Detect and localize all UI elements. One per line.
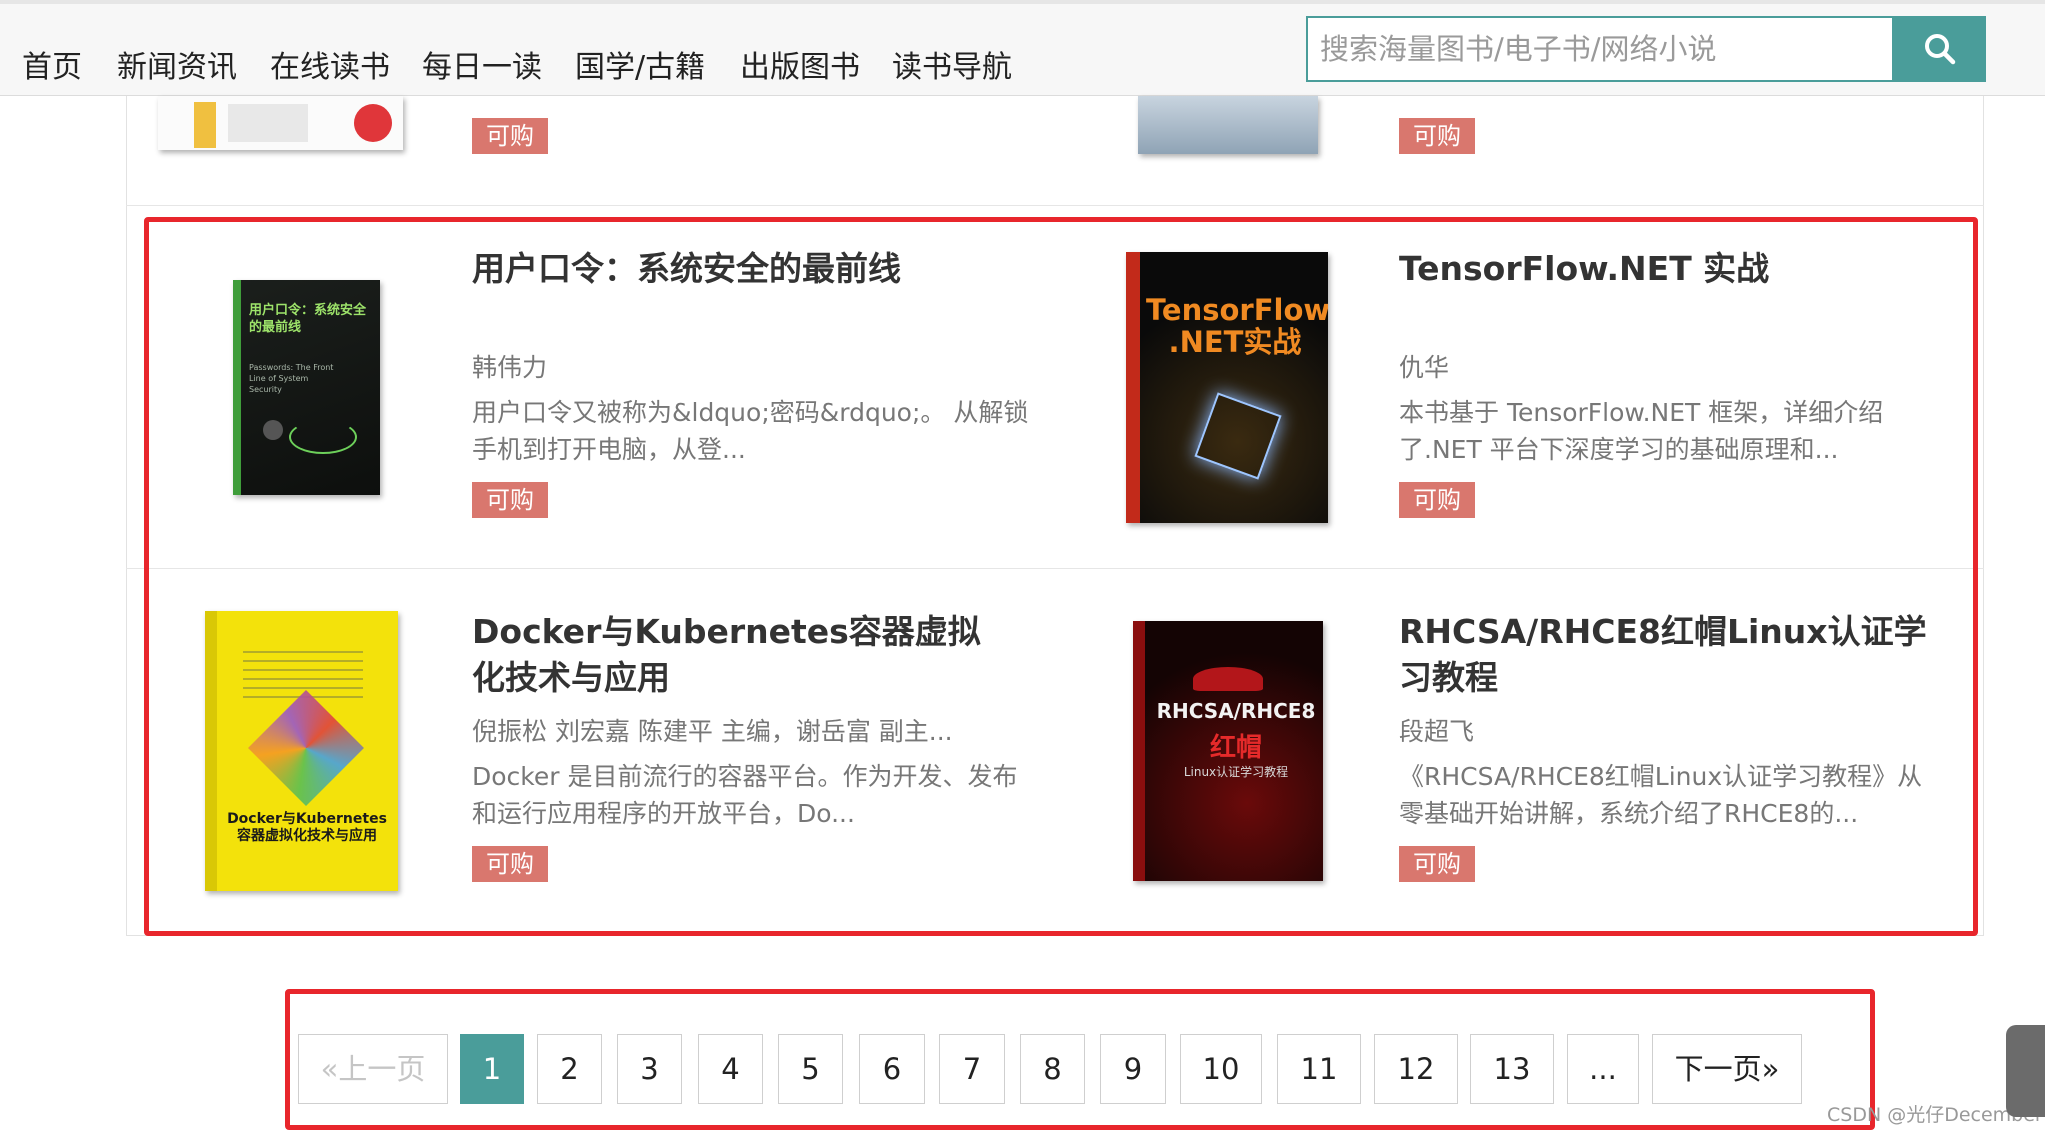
pagination-page-8[interactable]: 8 [1020, 1034, 1085, 1104]
nav-news[interactable]: 新闻资讯 [117, 42, 237, 86]
search-input[interactable] [1308, 18, 1892, 80]
row-divider [126, 205, 1984, 206]
search-button[interactable] [1894, 16, 1986, 82]
nav-daily-read[interactable]: 每日一读 [422, 42, 542, 86]
pagination-page-12[interactable]: 12 [1374, 1034, 1458, 1104]
pagination-page-13[interactable]: 13 [1470, 1034, 1554, 1104]
pagination-ellipsis: ... [1567, 1034, 1639, 1104]
side-float-tab[interactable] [2006, 1025, 2045, 1117]
pagination-page-7[interactable]: 7 [939, 1034, 1005, 1104]
search-icon [1925, 34, 1956, 65]
pagination-page-11[interactable]: 11 [1277, 1034, 1361, 1104]
buy-badge[interactable]: 可购 [1399, 118, 1475, 154]
pagination-page-3[interactable]: 3 [617, 1034, 682, 1104]
nav-published-books[interactable]: 出版图书 [740, 42, 860, 86]
nav-home[interactable]: 首页 [22, 42, 82, 86]
pagination-page-2[interactable]: 2 [537, 1034, 602, 1104]
buy-badge[interactable]: 可购 [472, 118, 548, 154]
pagination-page-9[interactable]: 9 [1100, 1034, 1166, 1104]
pagination-prev[interactable]: «上一页 [298, 1034, 448, 1104]
pagination-page-1[interactable]: 1 [460, 1034, 524, 1104]
pagination-page-5[interactable]: 5 [778, 1034, 843, 1104]
search-box [1306, 16, 1894, 82]
book-cover-partial[interactable] [158, 96, 403, 150]
nav-classics[interactable]: 国学/古籍 [575, 42, 705, 86]
pagination-page-10[interactable]: 10 [1180, 1034, 1262, 1104]
highlight-box-books [144, 217, 1978, 936]
pagination-page-4[interactable]: 4 [698, 1034, 763, 1104]
nav-online-reading[interactable]: 在线读书 [270, 42, 390, 86]
pagination-page-6[interactable]: 6 [859, 1034, 925, 1104]
nav-reading-guide[interactable]: 读书导航 [892, 42, 1012, 86]
book-cover-partial[interactable] [1138, 96, 1318, 154]
pagination-next[interactable]: 下一页» [1652, 1034, 1802, 1104]
